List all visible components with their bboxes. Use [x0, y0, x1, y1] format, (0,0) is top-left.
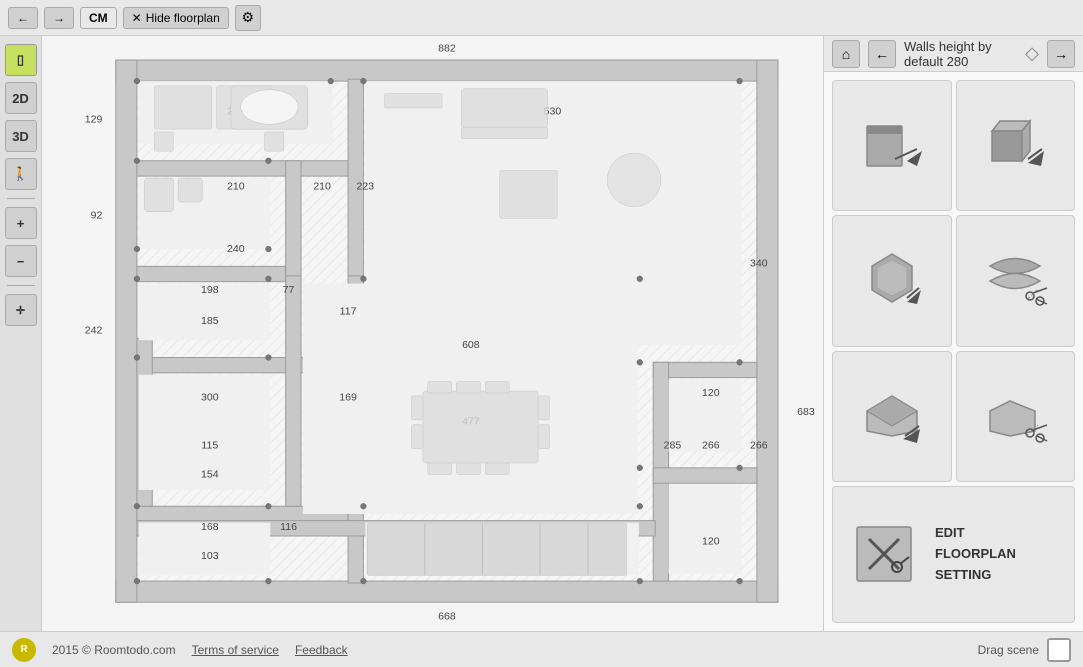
- svg-text:608: 608: [462, 339, 480, 351]
- svg-text:242: 242: [85, 325, 103, 337]
- svg-text:185: 185: [201, 315, 219, 327]
- edit-label-line2: FLOORPLAN: [935, 546, 1016, 561]
- forward-button[interactable]: →: [1047, 40, 1075, 68]
- floor-scissors-icon: [980, 381, 1050, 451]
- unit-badge: CM: [80, 7, 117, 29]
- close-icon: ✕: [132, 11, 142, 25]
- forward-icon: →: [1054, 46, 1068, 62]
- svg-text:198: 198: [201, 284, 219, 296]
- home-button[interactable]: ⌂: [832, 40, 860, 68]
- svg-text:340: 340: [750, 257, 768, 269]
- wall-settings-card[interactable]: [832, 80, 952, 211]
- wall-pencil-icon: [857, 111, 927, 181]
- sidebar-divider-2: [7, 285, 35, 286]
- edit-label-line1: EDIT: [935, 525, 965, 540]
- box-settings-card[interactable]: [956, 80, 1076, 211]
- svg-text:169: 169: [339, 392, 357, 404]
- svg-text:266: 266: [750, 440, 768, 452]
- view-2d-button[interactable]: 2D: [5, 82, 37, 114]
- edit-floorplan-card[interactable]: EDIT FLOORPLAN SETTING: [832, 486, 1075, 623]
- svg-text:240: 240: [227, 243, 245, 255]
- svg-text:683: 683: [797, 406, 815, 418]
- undo-button[interactable]: ←: [8, 7, 38, 29]
- left-sidebar: ▯ 2D 3D 🚶 + − ✛: [0, 36, 42, 631]
- svg-text:168: 168: [201, 521, 219, 533]
- svg-text:103: 103: [201, 550, 219, 562]
- sidebar-divider: [7, 198, 35, 199]
- svg-text:210: 210: [227, 181, 245, 193]
- feedback-link[interactable]: Feedback: [295, 643, 348, 657]
- edit-floorplan-label: EDIT FLOORPLAN SETTING: [935, 523, 1016, 585]
- redo-button[interactable]: →: [44, 7, 74, 29]
- fit-view-button[interactable]: ✛: [5, 294, 37, 326]
- logo-icon: R: [12, 638, 36, 662]
- svg-text:77: 77: [283, 284, 295, 296]
- svg-text:223: 223: [357, 181, 375, 193]
- floor-pencil-icon: [857, 381, 927, 451]
- edit-label-line3: SETTING: [935, 567, 991, 582]
- hide-floorplan-button[interactable]: ✕ Hide floorplan: [123, 7, 229, 29]
- svg-text:300: 300: [201, 392, 219, 404]
- bottom-bar: R 2015 © Roomtodo.com Terms of service F…: [0, 631, 1083, 667]
- drag-scene: Drag scene: [978, 638, 1071, 662]
- box-pencil-icon: [980, 111, 1050, 181]
- copyright-text: 2015 © Roomtodo.com: [52, 643, 176, 657]
- right-panel-header: ⌂ ← Walls height by default 280 ◇ →: [824, 36, 1083, 72]
- settings-button[interactable]: ⚙: [235, 5, 261, 31]
- walls-height-label: Walls height by default 280 ◇: [904, 39, 1039, 69]
- drag-icon: [1047, 638, 1071, 662]
- drag-scene-label: Drag scene: [978, 643, 1039, 657]
- svg-text:154: 154: [201, 468, 219, 480]
- select-tool-button[interactable]: ▯: [5, 44, 37, 76]
- wrap-scissors-card[interactable]: [956, 215, 1076, 346]
- zoom-in-button[interactable]: +: [5, 207, 37, 239]
- hex-prism-card[interactable]: [832, 215, 952, 346]
- zoom-out-button[interactable]: −: [5, 245, 37, 277]
- walk-icon: 🚶: [12, 166, 28, 182]
- svg-text:92: 92: [91, 209, 103, 221]
- floorplan-svg: 882 668 129 92 242 683 240 210 210 223 5…: [42, 36, 823, 631]
- hex-pencil-icon: [857, 246, 927, 316]
- svg-text:285: 285: [664, 440, 682, 452]
- wrap-scissors-icon: [980, 246, 1050, 316]
- svg-text:120: 120: [702, 536, 720, 548]
- main-area: ▯ 2D 3D 🚶 + − ✛: [0, 36, 1083, 631]
- svg-text:115: 115: [201, 440, 218, 452]
- home-icon: ⌂: [842, 46, 850, 62]
- spinner-icon: ◇: [1025, 43, 1039, 64]
- terms-link[interactable]: Terms of service: [192, 643, 279, 657]
- walk-mode-button[interactable]: 🚶: [5, 158, 37, 190]
- floor-scissors-card[interactable]: [956, 351, 1076, 482]
- svg-text:882: 882: [438, 42, 456, 54]
- svg-text:117: 117: [340, 305, 357, 317]
- top-toolbar: ← → CM ✕ Hide floorplan ⚙: [0, 0, 1083, 36]
- svg-text:210: 210: [313, 181, 331, 193]
- select-icon: ▯: [17, 52, 24, 68]
- gear-icon: ⚙: [242, 9, 255, 26]
- canvas-area[interactable]: 882 668 129 92 242 683 240 210 210 223 5…: [42, 36, 823, 631]
- right-panel: ⌂ ← Walls height by default 280 ◇ →: [823, 36, 1083, 631]
- svg-text:116: 116: [280, 521, 297, 533]
- floor-pencil-card[interactable]: [832, 351, 952, 482]
- svg-text:266: 266: [702, 440, 720, 452]
- panel-grid: EDIT FLOORPLAN SETTING: [824, 72, 1083, 631]
- fit-icon: ✛: [16, 304, 25, 317]
- svg-text:668: 668: [438, 610, 456, 622]
- view-3d-button[interactable]: 3D: [5, 120, 37, 152]
- edit-floorplan-icon: [849, 519, 919, 589]
- back-button[interactable]: ←: [868, 40, 896, 68]
- svg-text:120: 120: [702, 387, 720, 399]
- svg-text:129: 129: [85, 113, 103, 125]
- back-icon: ←: [875, 46, 889, 62]
